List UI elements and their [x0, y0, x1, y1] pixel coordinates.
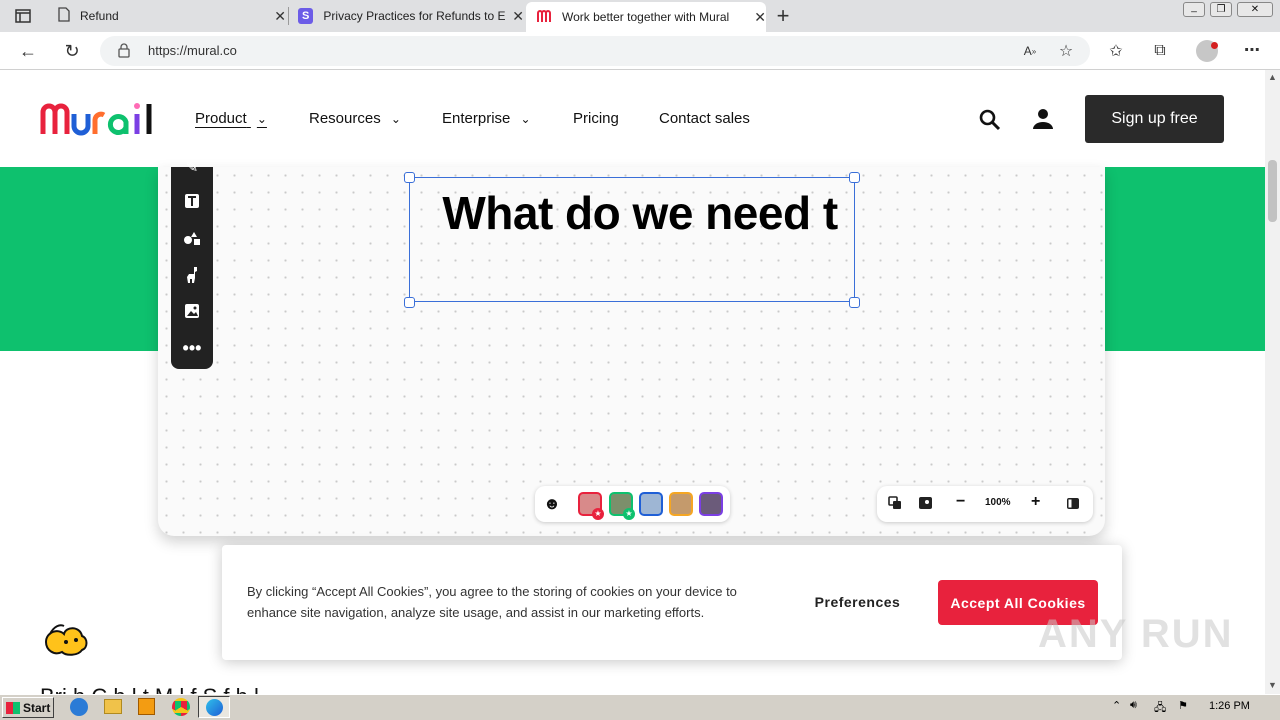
tab-privacy-practices[interactable]: S Privacy Practices for Refunds to E ✕ [288, 0, 524, 32]
chevron-down-icon: ⌄ [390, 112, 401, 126]
nav-product-label: Product [195, 110, 247, 127]
sticky-character-icon [42, 614, 90, 667]
favorites-icon[interactable]: ✩ [1106, 42, 1126, 60]
tab-title: Work better together with Mural [562, 10, 730, 24]
zoom-in-icon[interactable]: + [1031, 493, 1040, 511]
url-field[interactable] [100, 36, 1090, 66]
nav-resources-label: Resources [309, 110, 381, 127]
shapes-tool-icon[interactable] [180, 226, 204, 250]
tab-mural[interactable]: Work better together with Mural ✕ [526, 2, 766, 32]
nav-enterprise[interactable]: Enterprise ⌄ [442, 110, 531, 127]
ie-icon[interactable] [70, 698, 88, 716]
avatar[interactable] [639, 492, 663, 516]
start-label: Start [23, 700, 51, 715]
chrome-icon[interactable] [172, 698, 190, 716]
url-text: https://mural.co [148, 43, 237, 58]
llama-icon[interactable] [180, 263, 204, 287]
avatar[interactable] [699, 492, 723, 516]
start-button[interactable]: Start [2, 697, 54, 718]
tab-actions-icon[interactable] [12, 6, 34, 26]
tab-title: Refund [80, 9, 119, 23]
anyrun-watermark: ANY RUN [1038, 612, 1234, 656]
canvas-typed-text[interactable]: What do we need t [430, 188, 850, 238]
media-player-icon[interactable] [138, 698, 155, 715]
s-logo-icon: S [298, 8, 314, 24]
close-icon[interactable]: ✕ [512, 8, 524, 25]
scrollbar-thumb[interactable] [1268, 160, 1277, 222]
site-header [0, 70, 1265, 167]
user-account-icon[interactable] [1032, 108, 1054, 135]
close-icon[interactable]: ✕ [274, 8, 286, 25]
close-window-icon[interactable]: ✕ [1237, 2, 1273, 17]
star-badge-icon: ★ [592, 508, 604, 520]
read-aloud-icon[interactable]: A» [1020, 42, 1040, 60]
volume-icon[interactable]: 🔊︎ [1130, 699, 1137, 712]
resize-handle-bl[interactable] [404, 297, 415, 308]
collections-icon[interactable]: ⧉ [1150, 42, 1170, 60]
resize-handle-tr[interactable] [849, 172, 860, 183]
cookie-message: By clicking “Accept All Cookies”, you ag… [247, 584, 737, 620]
scroll-up-icon[interactable]: ▲ [1268, 72, 1277, 82]
network-icon[interactable]: 🖧︎ [1154, 699, 1166, 718]
image-tool-icon[interactable] [180, 299, 204, 323]
more-menu-icon[interactable]: ⋯ [1242, 40, 1262, 60]
tray-expand-icon[interactable]: ⌃ [1112, 699, 1121, 712]
scroll-down-icon[interactable]: ▼ [1268, 680, 1277, 690]
reaction-emoji-icon[interactable]: ☻ [543, 494, 561, 514]
new-tab-icon[interactable]: + [772, 3, 794, 28]
windows-logo-icon [6, 701, 20, 714]
nav-product[interactable]: Product ⌄ [195, 110, 267, 127]
mural-m-icon [536, 9, 552, 26]
edge-icon [205, 699, 223, 716]
add-favorite-icon[interactable]: ☆ [1056, 42, 1076, 60]
nav-enterprise-label: Enterprise [442, 110, 511, 127]
close-icon[interactable]: ✕ [754, 9, 766, 26]
lock-icon[interactable] [118, 43, 130, 63]
clock: 1:26 PM [1209, 700, 1250, 712]
zoom-level: 100% [985, 497, 1011, 508]
page-icon [58, 7, 70, 25]
resize-handle-br[interactable] [849, 297, 860, 308]
text-tool-icon[interactable] [180, 189, 204, 213]
minimize-icon[interactable]: _ [1183, 2, 1205, 17]
map-icon[interactable] [918, 496, 933, 515]
avatar[interactable] [669, 492, 693, 516]
resize-handle-tl[interactable] [404, 172, 415, 183]
cookie-preferences-button[interactable]: Preferences [800, 582, 915, 622]
window-controls: _ ❐ ✕ [1183, 2, 1278, 18]
nav-pricing[interactable]: Pricing [573, 110, 619, 127]
mural-logo[interactable] [40, 100, 156, 141]
nav-contact-sales[interactable]: Contact sales [659, 110, 750, 127]
nav-resources[interactable]: Resources ⌄ [309, 110, 401, 127]
sign-up-button[interactable]: Sign up free [1085, 95, 1224, 143]
profile-avatar[interactable] [1196, 40, 1218, 62]
zoom-out-icon[interactable]: − [956, 493, 965, 511]
windows-taskbar [0, 694, 1280, 720]
more-tools-icon[interactable]: ••• [180, 336, 204, 360]
tab-title: Privacy Practices for Refunds to E [323, 9, 506, 23]
outline-icon[interactable] [888, 496, 902, 515]
chevron-down-icon: ⌄ [256, 112, 267, 126]
panel-toggle-icon[interactable] [1066, 497, 1080, 515]
flag-icon[interactable]: ⚑ [1178, 699, 1188, 712]
folder-icon[interactable] [104, 699, 122, 714]
star-badge-icon: ★ [623, 508, 635, 520]
chevron-down-icon: ⌄ [520, 112, 531, 126]
tool-partial-icon[interactable]: ✎ [180, 160, 204, 174]
restore-icon[interactable]: ❐ [1210, 2, 1232, 17]
edge-taskbar-button[interactable] [198, 696, 230, 718]
back-arrow-icon[interactable]: ← [16, 40, 40, 62]
refresh-icon[interactable]: ↻ [60, 40, 84, 62]
tab-refund[interactable]: Refund ✕ [48, 0, 286, 32]
search-icon[interactable] [979, 109, 1001, 136]
